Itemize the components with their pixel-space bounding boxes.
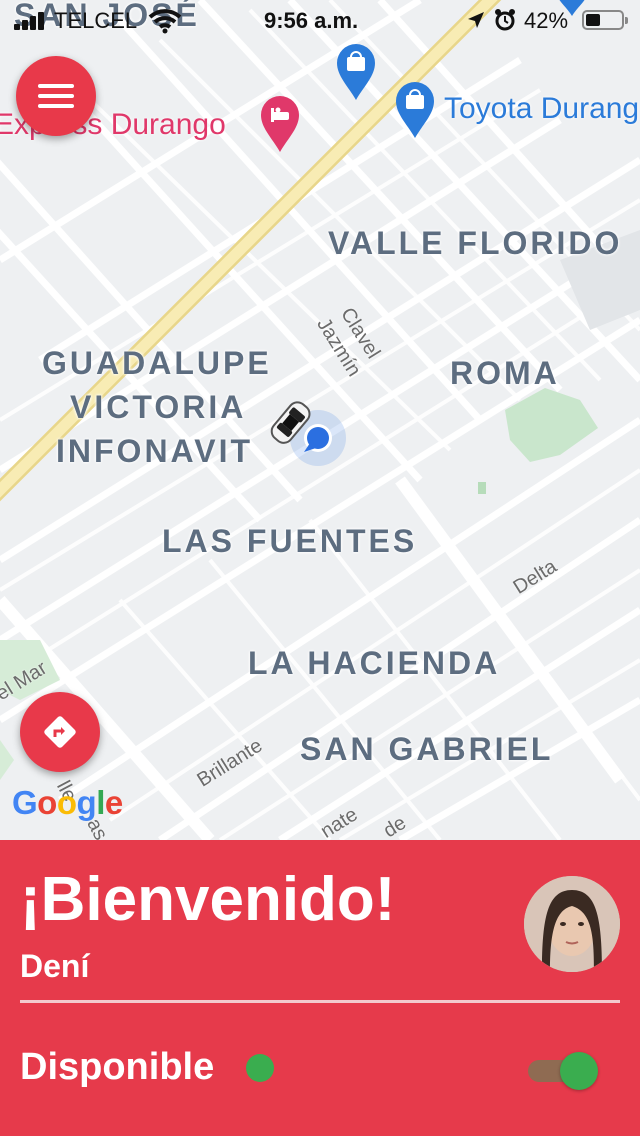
google-logo-letter: o (56, 784, 77, 821)
status-bar: TELCEL 9:56 a.m. 42% (0, 0, 640, 40)
hamburger-menu-icon (38, 84, 74, 108)
neighborhood-label: INFONAVIT (56, 433, 254, 469)
neighborhood-label: SAN GABRIEL (300, 731, 554, 767)
driver-panel: ¡Bienvenido! Dení Disponible (0, 840, 640, 1136)
avatar[interactable] (524, 876, 620, 972)
google-logo-letter: o (37, 784, 57, 821)
google-logo: Google (12, 784, 123, 822)
poi-label-toyota-durango[interactable]: Toyota Durang (444, 92, 639, 126)
neighborhood-label: VICTORIA (70, 389, 247, 425)
alarm-icon (494, 8, 516, 38)
google-logo-letter: G (12, 784, 38, 821)
welcome-title: ¡Bienvenido! (20, 865, 396, 934)
signal-icon (14, 12, 48, 30)
neighborhood-label: VALLE FLORIDO (328, 225, 623, 261)
shopping-pin-icon[interactable] (335, 42, 377, 107)
google-logo-letter: l (96, 784, 105, 821)
availability-toggle[interactable] (526, 1052, 600, 1090)
location-arrow-icon (466, 10, 486, 36)
menu-button[interactable] (16, 56, 96, 136)
driver-name: Dení (20, 948, 90, 984)
availability-status-dot (246, 1054, 274, 1082)
battery-icon (582, 10, 628, 30)
clock-time: 9:56 a.m. (264, 8, 359, 33)
google-logo-letter: g (76, 784, 97, 821)
neighborhood-label: LAS FUENTES (162, 523, 418, 559)
neighborhood-label: ROMA (450, 355, 560, 391)
hotel-pin-icon[interactable] (259, 94, 301, 159)
wifi-icon (148, 8, 182, 40)
carrier-name: TELCEL (54, 8, 138, 33)
battery-percent: 42% (524, 8, 569, 33)
shopping-pin-icon[interactable] (394, 80, 436, 145)
neighborhood-label: GUADALUPE (42, 345, 272, 381)
directions-button[interactable] (20, 692, 100, 772)
availability-label: Disponible (20, 1046, 215, 1088)
divider (20, 1000, 620, 1003)
directions-icon (44, 716, 76, 748)
google-logo-letter: e (104, 784, 123, 821)
neighborhood-label: LA HACIENDA (248, 645, 501, 681)
